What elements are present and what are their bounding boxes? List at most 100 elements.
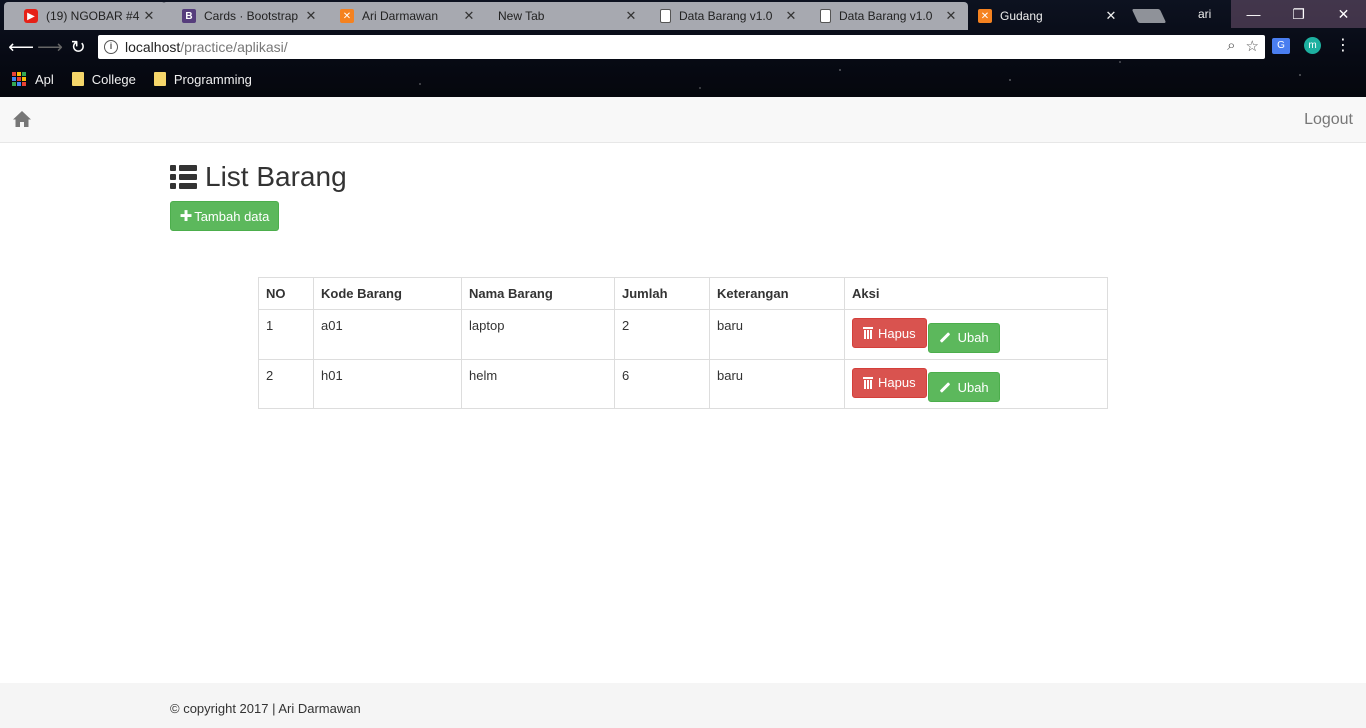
restore-button[interactable]: ❐ [1276,0,1321,28]
bookmark-label: College [91,71,136,87]
tab-title: Ari Darmawan [362,9,439,23]
xampp-icon: ✕ [978,9,992,23]
xampp-icon: ✕ [340,9,354,23]
forward-button[interactable]: ⟶ [37,35,63,59]
info-icon[interactable]: i [104,40,118,54]
browser-chrome: ▶ (19) NGOBAR #4 : ✕ B Cards · Bootstrap… [0,0,1366,97]
cell-jumlah: 2 [614,309,710,360]
tab-2[interactable]: ✕ Ari Darmawan ✕ [320,2,486,30]
close-window-button[interactable]: ✕ [1321,0,1366,28]
bootstrap-icon: B [182,9,196,23]
header-jumlah: Jumlah [614,277,710,310]
header-nama: Nama Barang [461,277,615,310]
tab-1[interactable]: B Cards · Bootstrap ✕ [162,2,328,30]
trash-icon [863,376,873,389]
apps-grid-icon [12,71,27,87]
tab-title: Gudang [1000,9,1043,23]
plus-icon: ✚ [179,207,193,225]
tab-6[interactable]: ✕ Gudang ✕ [958,2,1128,30]
bookmarks-bar: Apl College Programming [0,66,1366,92]
items-table: NO Kode Barang Nama Barang Jumlah Ketera… [258,277,1108,409]
tab-strip: ▶ (19) NGOBAR #4 : ✕ B Cards · Bootstrap… [0,0,1366,30]
address-bar[interactable]: i localhost/practice/aplikasi/ ⌕ ☆ [98,35,1265,59]
new-tab-button[interactable] [1131,9,1167,23]
header-kode: Kode Barang [313,277,462,310]
translate-extension-icon[interactable]: G [1272,37,1290,54]
browser-toolbar: ⟵ ⟶ ↻ i localhost/practice/aplikasi/ ⌕ ☆… [0,33,1366,61]
cell-jumlah: 6 [614,358,710,409]
header-no: NO [258,277,314,310]
delete-label: Hapus [878,325,916,341]
bookmark-star-icon[interactable]: ☆ [1246,37,1259,55]
delete-button[interactable]: Hapus [852,318,927,348]
close-icon[interactable]: ✕ [142,8,156,24]
reload-button[interactable]: ↻ [66,35,90,59]
page-title: List Barang [170,161,347,193]
cell-no: 2 [258,358,314,409]
tab-4[interactable]: Data Barang v1.0 ✕ [640,2,808,30]
profile-name[interactable]: ari [1198,7,1211,21]
delete-button[interactable]: Hapus [852,367,927,398]
edit-button[interactable]: Ubah [927,322,1000,353]
folder-icon [153,72,166,86]
bookmark-programming[interactable]: Programming [153,71,252,87]
logout-link[interactable]: Logout [1304,111,1353,129]
bookmark-label: Programming [173,71,252,87]
bookmark-college[interactable]: College [71,71,136,87]
close-icon[interactable]: ✕ [944,8,958,24]
cell-kode: h01 [313,358,462,409]
zoom-icon[interactable]: ⌕ [1227,37,1235,55]
url-path: /practice/aplikasi/ [180,39,288,55]
youtube-icon: ▶ [24,9,38,23]
footer: © copyright 2017 | Ari Darmawan [0,683,1366,728]
extensions: G m ⋮ [1272,37,1351,54]
url-host: localhost [125,39,181,55]
list-icon [170,165,197,189]
edit-label: Ubah [957,379,989,395]
add-data-label: Tambah data [194,208,270,224]
close-icon[interactable]: ✕ [1104,8,1118,24]
add-data-button[interactable]: ✚ Tambah data [170,201,279,231]
tab-3[interactable]: New Tab ✕ [478,2,648,30]
delete-label: Hapus [878,375,916,390]
menu-icon[interactable]: ⋮ [1335,37,1351,53]
footer-copyright: © copyright 2017 | Ari Darmawan [170,701,361,716]
table-row: 2 h01 helm 6 baru Hapus Ubah [258,358,1108,409]
bookmark-label: Apl [35,71,54,87]
home-icon[interactable] [12,110,32,128]
folder-icon [71,72,84,86]
trash-icon [863,327,873,339]
page-title-text: List Barang [205,161,347,192]
m-extension-icon[interactable]: m [1304,37,1321,54]
close-icon[interactable]: ✕ [462,8,476,24]
cell-nama: helm [461,358,615,409]
edit-button[interactable]: Ubah [927,372,1000,402]
tab-5[interactable]: Data Barang v1.0 ✕ [800,2,968,30]
pencil-icon [939,381,950,393]
pencil-icon [939,332,950,343]
minimize-button[interactable]: — [1231,0,1276,28]
document-icon [820,9,831,23]
cell-kode: a01 [313,309,462,360]
table-header-row: NO Kode Barang Nama Barang Jumlah Ketera… [258,277,1108,310]
bookmark-apps[interactable]: Apl [12,71,54,87]
window-controls: — ❐ ✕ [1231,0,1366,28]
tab-title: Data Barang v1.0 [679,9,773,23]
navbar: Logout [0,97,1366,143]
close-icon[interactable]: ✕ [624,8,638,24]
tab-title: (19) NGOBAR #4 : [46,9,142,23]
document-icon [660,9,671,23]
cell-keterangan: baru [709,358,845,409]
tab-0[interactable]: ▶ (19) NGOBAR #4 : ✕ [4,2,166,30]
table-row: 1 a01 laptop 2 baru Hapus Ubah [258,309,1108,360]
header-aksi: Aksi [844,277,1108,310]
edit-label: Ubah [957,330,989,345]
close-icon[interactable]: ✕ [784,8,798,24]
tab-title: New Tab [498,9,545,23]
omnibox-actions: ⌕ ☆ [1227,37,1259,55]
tab-title: Data Barang v1.0 [839,9,933,23]
header-keterangan: Keterangan [709,277,845,310]
back-button[interactable]: ⟵ [8,35,34,59]
close-icon[interactable]: ✕ [304,8,318,24]
cell-keterangan: baru [709,309,845,360]
